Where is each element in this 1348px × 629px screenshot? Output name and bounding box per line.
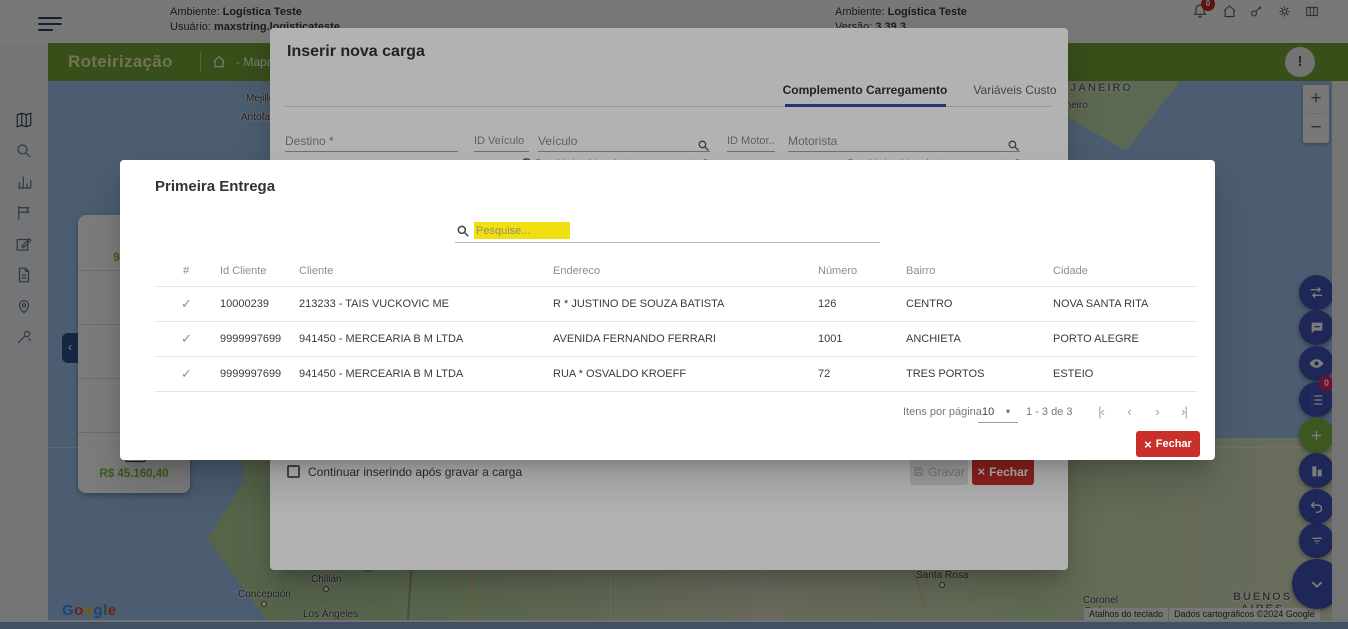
col-header-bairro: Bairro <box>906 265 1053 277</box>
dialog-title: Primeira Entrega <box>155 178 275 195</box>
cell-cidade: NOVA SANTA RITA <box>1053 298 1197 310</box>
cell-bairro: ANCHIETA <box>906 333 1053 345</box>
last-page-button[interactable]: ›| <box>1173 404 1195 419</box>
cell-id-cliente: 9999997699 <box>220 333 299 345</box>
chevron-down-icon[interactable]: ▾ <box>1006 407 1010 416</box>
cell-endereco: AVENIDA FERNANDO FERRARI <box>553 333 818 345</box>
cell-numero: 126 <box>818 298 906 310</box>
cell-cliente: 213233 - TAIS VUCKOVIC ME <box>299 298 553 310</box>
col-header-endereco: Endereco <box>553 265 818 277</box>
table-row[interactable]: ✓ 9999997699 941450 - MERCEARIA B M LTDA… <box>155 357 1197 392</box>
col-header-numero: Número <box>818 265 906 277</box>
fechar-button[interactable]: × Fechar <box>1136 431 1200 457</box>
cell-numero: 72 <box>818 368 906 380</box>
cell-cliente: 941450 - MERCEARIA B M LTDA <box>299 368 553 380</box>
primeira-entrega-dialog: Primeira Entrega # Id Cliente Cliente En… <box>120 160 1215 460</box>
clientes-table: # Id Cliente Cliente Endereco Número Bai… <box>155 255 1197 392</box>
col-header-cliente: Cliente <box>299 265 553 277</box>
select-underline <box>978 422 1018 423</box>
check-icon[interactable]: ✓ <box>155 331 220 347</box>
check-icon[interactable]: ✓ <box>155 296 220 312</box>
first-page-button[interactable]: |‹ <box>1090 404 1112 419</box>
next-page-button[interactable]: › <box>1146 404 1168 419</box>
fechar-label: Fechar <box>1156 438 1192 450</box>
search-icon <box>456 224 470 243</box>
app-window: Ambiente: Logística Teste Usuário: maxst… <box>0 0 1348 629</box>
cell-cidade: ESTEIO <box>1053 368 1197 380</box>
cell-cliente: 941450 - MERCEARIA B M LTDA <box>299 333 553 345</box>
col-header-check: # <box>155 265 220 277</box>
table-row[interactable]: ✓ 9999997699 941450 - MERCEARIA B M LTDA… <box>155 322 1197 357</box>
col-header-id-cliente: Id Cliente <box>220 265 299 277</box>
cell-endereco: RUA * OSVALDO KROEFF <box>553 368 818 380</box>
check-icon[interactable]: ✓ <box>155 366 220 382</box>
cell-endereco: R * JUSTINO DE SOUZA BATISTA <box>553 298 818 310</box>
table-header-row: # Id Cliente Cliente Endereco Número Bai… <box>155 255 1197 287</box>
cell-bairro: CENTRO <box>906 298 1053 310</box>
table-row[interactable]: ✓ 10000239 213233 - TAIS VUCKOVIC ME R *… <box>155 287 1197 322</box>
cell-id-cliente: 9999997699 <box>220 368 299 380</box>
prev-page-button[interactable]: ‹ <box>1118 404 1140 419</box>
cell-id-cliente: 10000239 <box>220 298 299 310</box>
search-underline <box>455 242 880 243</box>
items-per-page-label: Itens por página <box>903 406 982 418</box>
col-header-cidade: Cidade <box>1053 265 1197 277</box>
cell-numero: 1001 <box>818 333 906 345</box>
search-input[interactable] <box>474 222 570 239</box>
pagination-range: 1 - 3 de 3 <box>1026 406 1072 418</box>
cell-cidade: PORTO ALEGRE <box>1053 333 1197 345</box>
close-x-icon: × <box>1144 437 1152 452</box>
cell-bairro: TRES PORTOS <box>906 368 1053 380</box>
items-per-page-select[interactable]: 10 <box>982 406 994 418</box>
